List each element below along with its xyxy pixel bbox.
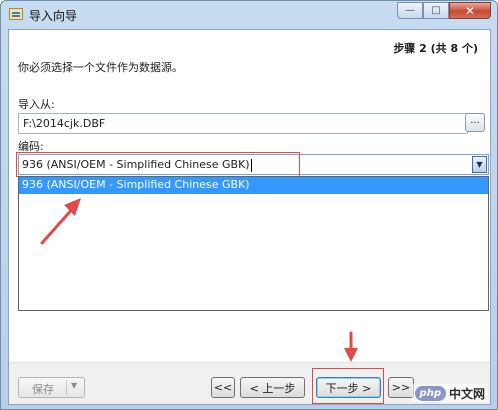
minimize-icon: — — [405, 5, 415, 16]
close-button[interactable]: ✕ — [449, 2, 491, 19]
encoding-combobox[interactable]: 936 (ANSI/OEM - Simplified Chinese GBK) … — [18, 154, 489, 175]
encoding-combo-field[interactable]: 936 (ANSI/OEM - Simplified Chinese GBK) … — [18, 154, 489, 175]
minimize-button[interactable]: — — [397, 2, 423, 19]
previous-step-label: < 上一步 — [249, 381, 296, 395]
wizard-client-area: 步骤 2 (共 8 个) 你必须选择一个文件作为数据源。 导入从: F:\201… — [8, 29, 491, 405]
title-bar[interactable]: 导入向导 — □ ✕ — [1, 1, 497, 29]
wizard-footer: 保存 ▼ << < 上一步 下一步 > >> php 中文网 — [9, 363, 490, 404]
maximize-button[interactable]: □ — [423, 2, 449, 19]
encoding-label: 编码: — [18, 140, 44, 153]
last-step-label: >> — [391, 381, 411, 394]
save-divider — [66, 380, 67, 395]
annotation-arrow-down-icon — [344, 331, 358, 362]
encoding-value-text: 936 (ANSI/OEM - Simplified Chinese GBK) — [22, 158, 250, 171]
next-step-label: 下一步 > — [325, 381, 372, 395]
last-step-button[interactable]: >> — [388, 377, 414, 398]
step-indicator: 步骤 2 (共 8 个) — [393, 42, 478, 55]
watermark-badge: php — [414, 385, 446, 401]
close-icon: ✕ — [464, 3, 476, 18]
text-caret — [250, 158, 252, 172]
watermark-text: 中文网 — [448, 386, 485, 401]
chevron-down-icon: ▼ — [476, 160, 483, 169]
dropdown-arrow-button[interactable]: ▼ — [472, 156, 487, 173]
encoding-dropdown-list[interactable]: 936 (ANSI/OEM - Simplified Chinese GBK) — [18, 176, 489, 311]
import-from-field[interactable]: F:\2014cjk.DBF — [18, 113, 468, 134]
first-step-button[interactable]: << — [211, 377, 235, 398]
import-from-label: 导入从: — [18, 98, 55, 111]
encoding-selected-value: 936 (ANSI/OEM - Simplified Chinese GBK) — [22, 158, 252, 172]
first-step-label: << — [213, 381, 233, 394]
next-step-button[interactable]: 下一步 > — [316, 377, 381, 398]
app-icon — [9, 8, 23, 20]
caption-buttons: — □ ✕ — [397, 2, 491, 21]
import-wizard-window: 导入向导 — □ ✕ 步骤 2 (共 8 个) 你必须选择一个文件作为数据源。 … — [0, 0, 498, 410]
annotation-arrow-icon — [40, 198, 81, 245]
chevron-down-icon[interactable]: ▼ — [71, 381, 77, 390]
encoding-option[interactable]: 936 (ANSI/OEM - Simplified Chinese GBK) — [19, 177, 488, 194]
previous-step-button[interactable]: < 上一步 — [240, 377, 305, 398]
browse-button[interactable]: ... — [465, 113, 485, 132]
window-title: 导入向导 — [29, 9, 78, 23]
watermark: php 中文网 — [411, 384, 488, 402]
save-button[interactable]: 保存 ▼ — [18, 377, 85, 398]
maximize-icon: □ — [431, 5, 441, 16]
instruction-text: 你必须选择一个文件作为数据源。 — [18, 61, 183, 74]
save-label: 保存 — [32, 383, 54, 396]
